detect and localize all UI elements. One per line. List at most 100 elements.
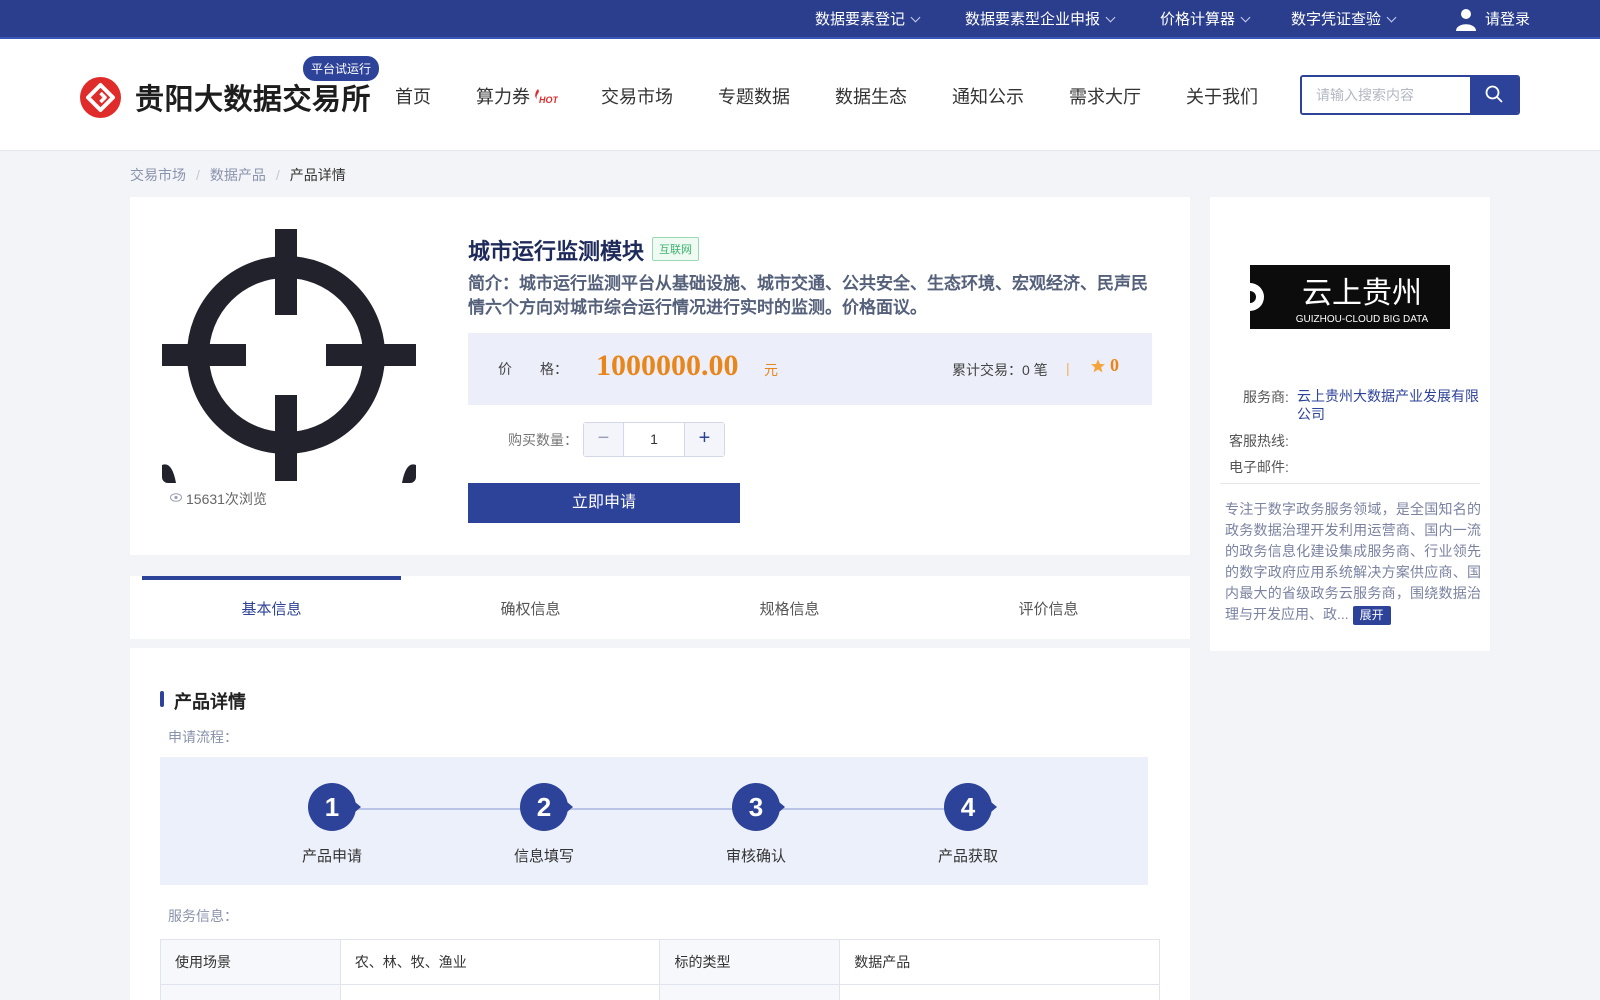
section-title-text: 产品详情 [174, 692, 246, 712]
flow-label: 申请流程： [168, 729, 238, 745]
divider [1220, 483, 1480, 484]
chevron-down-icon [1240, 12, 1251, 23]
table-key [160, 984, 341, 1000]
service-info-table: 使用场景 农、林、牧、渔业 标的类型 数据产品 [160, 939, 1160, 1000]
search-button[interactable] [1470, 77, 1518, 113]
nav-home[interactable]: 首页 [395, 83, 431, 109]
nav-trading-market[interactable]: 交易市场 [601, 83, 673, 109]
nav-notices[interactable]: 通知公示 [952, 83, 1024, 109]
search-icon [1485, 85, 1503, 103]
search-input[interactable] [1302, 77, 1470, 113]
step-label: 审核确认 [725, 848, 786, 865]
login-label: 请登录 [1485, 11, 1531, 28]
flow-connector [356, 808, 968, 810]
nav-demand-hall[interactable]: 需求大厅 [1069, 83, 1141, 109]
provider-logo-en: GUIZHOU-CLOUD BIG DATA [1296, 314, 1429, 325]
provider-logo-cn: 云上贵州 [1302, 276, 1422, 311]
top-utility-bar: 数据要素登记 数据要素型企业申报 价格计算器 数字凭证查验 请登录 [0, 0, 1600, 39]
topbar-item-label: 数据要素登记 [815, 11, 906, 28]
user-icon [1456, 9, 1476, 31]
detail-tabs: 基本信息 确权信息 规格信息 评价信息 [130, 576, 1190, 639]
provider-logo[interactable]: 云上贵州 GUIZHOU-CLOUD BIG DATA [1250, 265, 1450, 329]
topbar-enterprise-declaration[interactable]: 数据要素型企业申报 [965, 0, 1116, 39]
eye-icon [170, 493, 182, 502]
price-panel: 价 格： 1000000.00 元 累计交易：0 笔 | 0 [468, 333, 1152, 405]
section-marker [160, 691, 164, 707]
product-details-section: 产品详情 申请流程： 1 产品申请 2 信息填写 3 审核确认 4 产品获取 服… [130, 648, 1190, 1000]
service-label: 服务商: [1243, 389, 1289, 405]
product-title: 城市运行监测模块 [468, 239, 645, 264]
breadcrumb-data-products[interactable]: 数据产品 [210, 167, 266, 183]
exchange-logo-icon[interactable] [80, 77, 121, 118]
nav-about-us[interactable]: 关于我们 [1186, 83, 1258, 109]
step-number: 4 [944, 783, 997, 831]
price-label: 价 格： [498, 361, 568, 377]
search-box [1300, 75, 1520, 115]
product-intro: 简介：城市运行监测平台从基础设施、城市交通、公共安全、生态环境、宏观经济、民声民… [468, 274, 1148, 317]
topbar-price-calculator[interactable]: 价格计算器 [1160, 0, 1251, 39]
nav-data-ecosystem[interactable]: 数据生态 [835, 83, 907, 109]
chevron-down-icon [1105, 12, 1116, 23]
step-label: 产品申请 [301, 848, 362, 865]
breadcrumb: 交易市场 / 数据产品 / 产品详情 [130, 165, 346, 185]
product-image [162, 229, 416, 483]
chevron-down-icon [910, 12, 921, 23]
tab-ownership-info[interactable]: 确权信息 [401, 576, 660, 639]
trade-count: 累计交易：0 笔 [952, 362, 1048, 378]
table-value [839, 984, 1160, 1000]
table-row [160, 984, 1160, 1000]
product-summary-card: 15631次浏览 城市运行监测模块 互联网 简介：城市运行监测平台从基础设施、城… [130, 197, 1190, 555]
step-label: 信息填写 [513, 848, 574, 865]
step-number: 3 [732, 783, 785, 831]
table-value [339, 984, 661, 1000]
nav-topic-data[interactable]: 专题数据 [718, 83, 790, 109]
expand-button[interactable]: 展开 [1352, 606, 1391, 625]
table-row: 使用场景 农、林、牧、渔业 标的类型 数据产品 [160, 939, 1160, 985]
nav-compute-voucher[interactable]: 算力券 [476, 83, 530, 109]
step-label: 产品获取 [937, 848, 998, 865]
topbar-certificate-check[interactable]: 数字凭证查验 [1291, 0, 1397, 39]
industry-tag: 互联网 [652, 237, 699, 261]
table-value: 数据产品 [839, 939, 1160, 985]
flow-step: 1 产品申请 [272, 783, 392, 866]
service-info-label: 服务信息： [168, 908, 238, 924]
tab-spec-info[interactable]: 规格信息 [660, 576, 919, 639]
hotline-label: 客服热线: [1229, 433, 1289, 449]
table-key [659, 984, 841, 1000]
main-header: 贵阳大数据交易所 平台试运行 首页 算力券 HOT 交易市场 专题数据 数据生态… [0, 39, 1600, 151]
provider-name-link[interactable]: 云上贵州大数据产业发展有限公司 [1297, 387, 1483, 423]
breadcrumb-trading-market[interactable]: 交易市场 [130, 167, 186, 183]
breadcrumb-current: 产品详情 [289, 167, 346, 183]
site-brand[interactable]: 贵阳大数据交易所 [135, 76, 371, 118]
provider-description: 专注于数字政务服务领域，是全国知名的政务数据治理开发利用运营商、国内一流的政务信… [1225, 499, 1481, 625]
tab-review-info[interactable]: 评价信息 [919, 576, 1178, 639]
price-value: 1000000.00 [596, 349, 739, 382]
star-icon [1091, 359, 1105, 373]
quantity-stepper: − 1 + [583, 422, 725, 457]
increment-button[interactable]: + [684, 423, 724, 456]
divider: | [1066, 360, 1070, 376]
quantity-value[interactable]: 1 [624, 423, 684, 456]
breadcrumb-separator: / [196, 167, 200, 183]
price-unit: 元 [764, 362, 778, 378]
provider-card: 云上贵州 GUIZHOU-CLOUD BIG DATA 服务商: 云上贵州大数据… [1210, 197, 1490, 651]
chevron-down-icon [1386, 12, 1397, 23]
breadcrumb-separator: / [275, 167, 280, 183]
login-link[interactable]: 请登录 [1454, 0, 1530, 39]
topbar-data-registration[interactable]: 数据要素登记 [815, 0, 921, 39]
decrement-button[interactable]: − [584, 423, 624, 456]
apply-now-button[interactable]: 立即申请 [468, 483, 740, 523]
flow-step: 4 产品获取 [908, 783, 1028, 866]
topbar-item-label: 价格计算器 [1160, 11, 1236, 28]
flow-step: 2 信息填写 [484, 783, 604, 866]
table-key: 标的类型 [659, 939, 841, 985]
tab-basic-info[interactable]: 基本信息 [142, 576, 401, 639]
email-label: 电子邮件: [1229, 459, 1289, 475]
crosshair-icon [162, 229, 416, 483]
quantity-label: 购买数量： [508, 432, 578, 448]
application-flow: 1 产品申请 2 信息填写 3 审核确认 4 产品获取 [160, 757, 1148, 885]
topbar-item-label: 数字凭证查验 [1291, 11, 1382, 28]
step-number: 2 [520, 783, 573, 831]
table-key: 使用场景 [160, 939, 341, 985]
rating-value: 0 [1110, 355, 1119, 375]
